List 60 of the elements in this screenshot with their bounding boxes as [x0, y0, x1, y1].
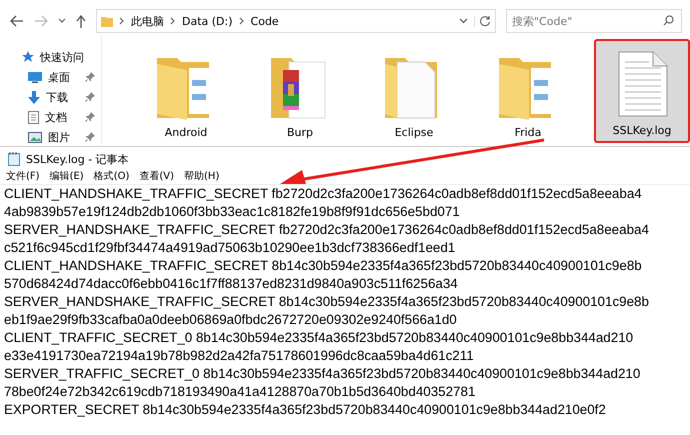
back-icon[interactable] — [10, 15, 24, 27]
chevron-down-icon[interactable] — [459, 18, 468, 24]
pin-icon[interactable] — [85, 132, 95, 142]
text-line: SERVER_TRAFFIC_SECRET_0 8b14c30b594e2335f4a365f23bd5720b83440c40900101c9e8bb344ad210 — [4, 365, 642, 383]
sidebar-item[interactable]: 图片 — [48, 130, 70, 144]
menu-item[interactable]: 编辑(E) — [50, 169, 84, 183]
text-line: c521f6c945cd1f29fbf34474a4919ad75063b10290ee1b3dcf738366edf1eed1 — [4, 239, 456, 257]
desktop-icon — [28, 72, 42, 82]
file-item[interactable]: Eclipse — [366, 39, 462, 143]
search-field[interactable]: 搜索"Code" — [506, 9, 682, 33]
text-line: 78be0f24e72b342c619cdb718193490a41a4128870a70b1b5d3640bd40352781 — [4, 383, 476, 401]
file-item[interactable]: Burp — [252, 39, 348, 143]
breadcrumb-item[interactable]: Data (D:) — [182, 14, 233, 28]
sidebar-item[interactable]: 文档 — [45, 110, 67, 124]
pin-icon[interactable] — [85, 92, 95, 102]
download-icon — [28, 90, 40, 104]
menu-item[interactable]: 查看(V) — [139, 169, 174, 183]
breadcrumb-item[interactable]: Code — [250, 14, 279, 28]
chevron-right-icon — [119, 17, 125, 25]
text-line: eb1f9ae29f9fb33cafba0a0deeb06869a0fbdc2672720e09302e9240f566a1d0 — [4, 311, 458, 329]
file-item[interactable]: Frida — [480, 39, 576, 143]
up-icon[interactable] — [76, 14, 86, 28]
chevron-right-icon — [170, 17, 176, 25]
folder-icon — [101, 16, 113, 26]
sidebar-item[interactable]: 下载 — [46, 90, 68, 104]
text-line: CLIENT_HANDSHAKE_TRAFFIC_SECRET fb2720d2c3fa200e1736264c0adb8ef8dd01f152ecd5a8eeaba4 — [4, 185, 643, 203]
file-name: Frida — [514, 126, 542, 139]
text-area[interactable] — [0, 184, 690, 419]
pin-icon[interactable] — [85, 112, 95, 122]
text-line: CLIENT_TRAFFIC_SECRET_0 8b14c30b594e2335f4a365f23bd5720b83440c40900101c9e8bb344ad210 — [4, 329, 634, 347]
address-bar[interactable]: 此电脑 Data (D:) Code — [96, 9, 496, 33]
menu-item[interactable]: 帮助(H) — [184, 169, 220, 183]
sidebar-item[interactable]: 桌面 — [48, 70, 70, 84]
text-line: 570d68424d74dacc0f6ebb0416c1f7ff88137ed8231d9840a903c511f6256a34 — [4, 275, 459, 293]
file-name: SSLKey.log — [612, 124, 672, 137]
sidebar-item[interactable]: 快速访问 — [40, 50, 84, 64]
text-line: SERVER_HANDSHAKE_TRAFFIC_SECRET fb2720d2c3fa200e1736264c0adb8ef8dd01f152ecd5a8eeaba4 — [4, 221, 650, 239]
breadcrumb-item[interactable]: 此电脑 — [131, 14, 164, 28]
search-icon — [663, 15, 674, 26]
document-icon — [28, 110, 39, 124]
file-item[interactable]: SSLKey.log — [594, 39, 690, 143]
window-title: SSLKey.log - 记事本 — [26, 152, 129, 166]
star-icon — [22, 51, 34, 63]
notepad-icon — [8, 152, 20, 166]
menu-item[interactable]: 文件(F) — [6, 169, 40, 183]
file-name: Burp — [286, 126, 314, 139]
refresh-icon[interactable] — [474, 15, 491, 27]
file-item[interactable]: Android — [138, 39, 234, 143]
menu-item[interactable]: 格式(O) — [94, 169, 130, 183]
file-name: Android — [164, 126, 208, 139]
text-line: e33e4191730ea72194a19b78b982d2a42fa75178601996dc8caa59ba4d61c211 — [4, 347, 475, 365]
text-line: 4ab9839b57e19f124db2db1060f3bb33eac1c8182fe19b8f9f91dc656e5bd071 — [4, 203, 461, 221]
picture-icon — [28, 132, 42, 142]
chevron-down-icon[interactable] — [58, 18, 66, 24]
text-line: EXPORTER_SECRET 8b14c30b594e2335f4a365f23bd5720b83440c40900101c9e8bb344ad210e0f2 — [4, 401, 607, 419]
text-line: SERVER_HANDSHAKE_TRAFFIC_SECRET 8b14c30b594e2335f4a365f23bd5720b83440c40900101c9e8b — [4, 293, 650, 311]
chevron-right-icon — [238, 17, 245, 25]
pin-icon[interactable] — [85, 72, 95, 82]
file-name: Eclipse — [394, 126, 434, 139]
text-line: CLIENT_HANDSHAKE_TRAFFIC_SECRET 8b14c30b594e2335f4a365f23bd5720b83440c40900101c9e8b — [4, 257, 643, 275]
